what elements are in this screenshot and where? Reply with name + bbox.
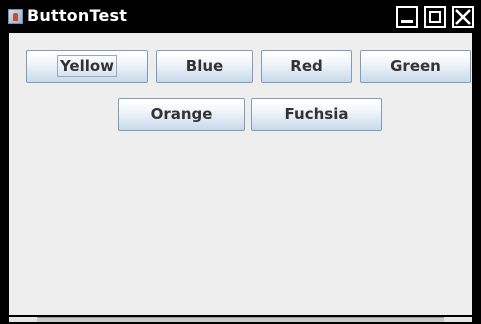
red-button[interactable]: Red bbox=[261, 50, 352, 83]
blue-button-label: Blue bbox=[185, 57, 224, 75]
fuchsia-button[interactable]: Fuchsia bbox=[251, 98, 382, 131]
orange-button[interactable]: Orange bbox=[118, 98, 245, 131]
close-icon bbox=[455, 9, 471, 25]
green-button[interactable]: Green bbox=[360, 50, 471, 83]
orange-button-label: Orange bbox=[150, 105, 213, 123]
red-button-label: Red bbox=[290, 57, 323, 75]
minimize-button[interactable] bbox=[396, 6, 418, 28]
resize-corner-left[interactable] bbox=[9, 317, 37, 322]
green-button-label: Green bbox=[390, 57, 441, 75]
window-title: ButtonTest bbox=[27, 6, 128, 25]
java-cup-icon[interactable] bbox=[8, 9, 23, 24]
window-bottom-border bbox=[0, 315, 481, 324]
resize-edge[interactable] bbox=[9, 317, 472, 322]
app-window: ButtonTest Yellow Blue Red Green Orange … bbox=[0, 0, 481, 324]
maximize-button[interactable] bbox=[424, 6, 446, 28]
fuchsia-button-label: Fuchsia bbox=[284, 105, 349, 123]
yellow-button-label: Yellow bbox=[56, 55, 118, 77]
title-bar[interactable]: ButtonTest bbox=[0, 0, 481, 33]
resize-corner-right[interactable] bbox=[444, 317, 472, 322]
yellow-button[interactable]: Yellow bbox=[26, 50, 148, 83]
blue-button[interactable]: Blue bbox=[156, 50, 253, 83]
close-button[interactable] bbox=[452, 6, 474, 28]
